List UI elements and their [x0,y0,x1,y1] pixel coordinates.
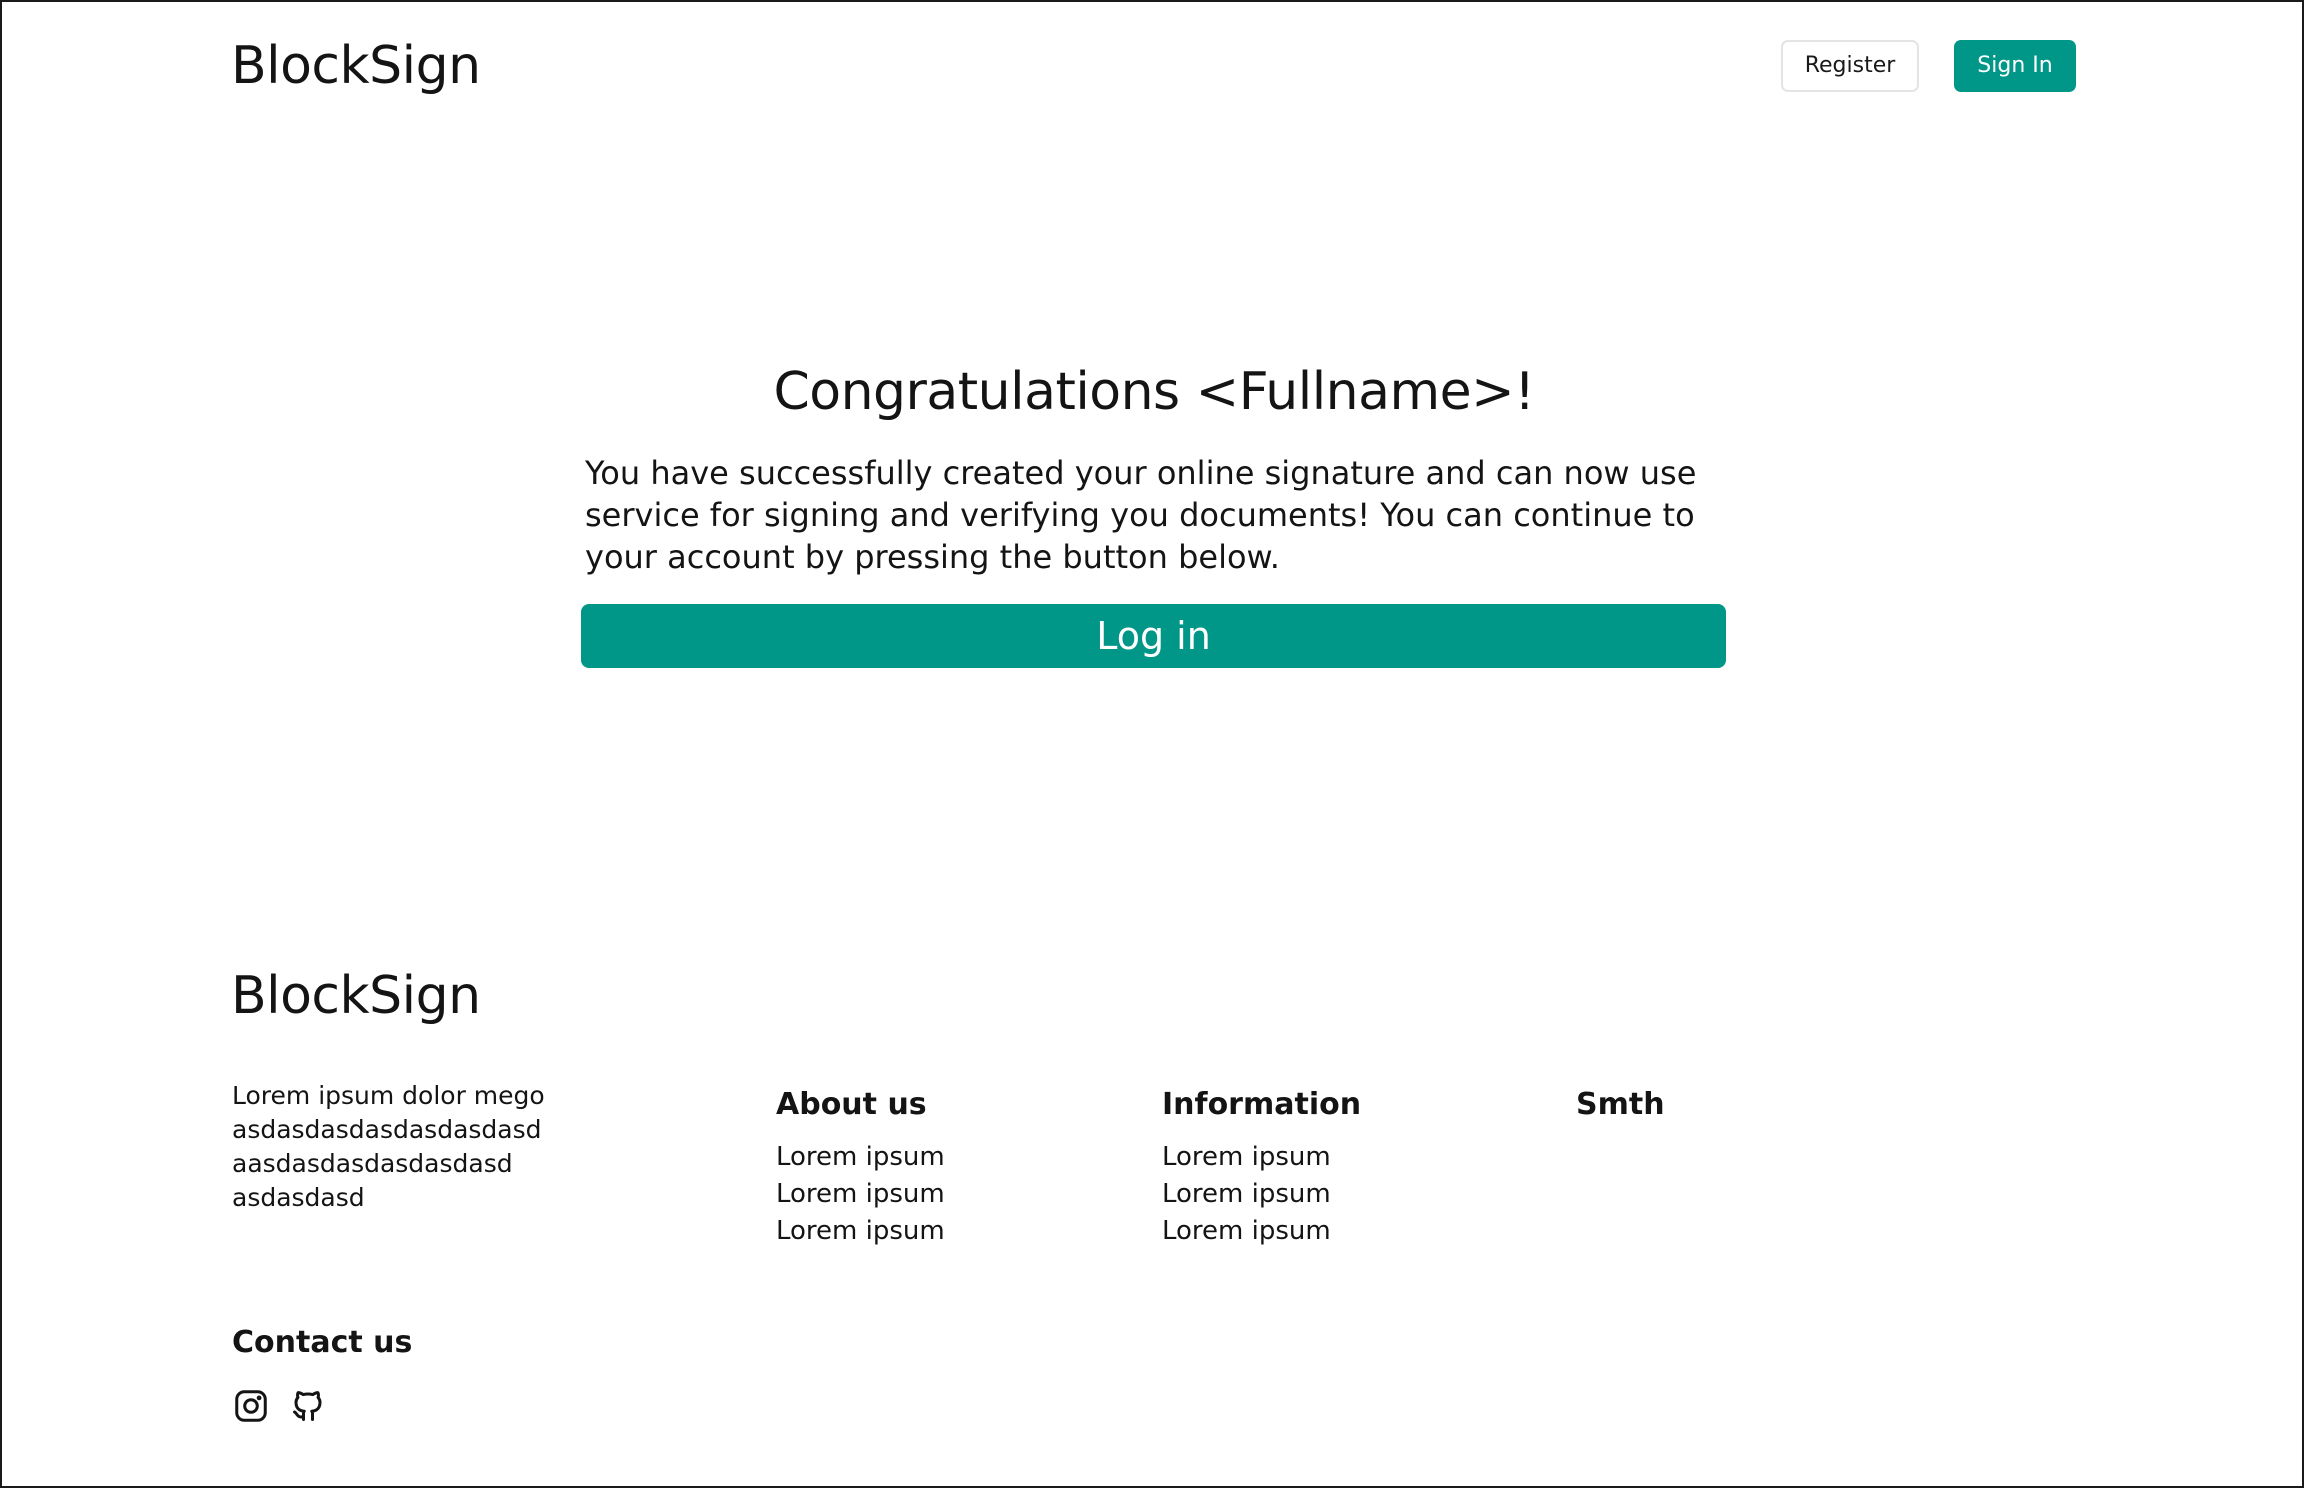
footer-description: Lorem ipsum dolor mego asdasdasdasdasdas… [232,1079,592,1215]
footer-description-line: asdasdasd [232,1183,365,1212]
footer-link[interactable]: Lorem ipsum [776,1213,945,1250]
github-icon[interactable] [290,1388,326,1424]
footer-column-smth: Smth [1576,1085,1665,1139]
footer-description-line: Lorem ipsum dolor mego [232,1081,545,1110]
footer-logo: BlockSign [231,966,481,1026]
page-frame: BlockSign Register Sign In Congratulatio… [0,0,2304,1488]
footer-link[interactable]: Lorem ipsum [1162,1213,1361,1250]
register-button[interactable]: Register [1781,40,1919,92]
footer-link[interactable]: Lorem ipsum [776,1176,945,1213]
footer-description-line: asdasdasdasdasdasdasd [232,1115,542,1144]
log-in-button[interactable]: Log in [581,604,1726,668]
footer-column-title: Information [1162,1087,1362,1122]
footer-link[interactable]: Lorem ipsum [1162,1176,1361,1213]
footer-column-information: Information Lorem ipsum Lorem ipsum Lore… [1162,1085,1361,1250]
footer-column-about: About us Lorem ipsum Lorem ipsum Lorem i… [776,1085,945,1250]
footer-link[interactable]: Lorem ipsum [1162,1139,1361,1176]
congratulations-title: Congratulations <Fullname>! [773,362,1535,422]
footer-column-title: About us [776,1087,927,1122]
instagram-icon[interactable] [233,1388,269,1424]
sign-in-button[interactable]: Sign In [1954,40,2076,92]
footer-link[interactable]: Lorem ipsum [776,1139,945,1176]
header-logo[interactable]: BlockSign [231,33,481,99]
footer-column-title: Smth [1576,1087,1665,1122]
footer-description-line: aasdasdasdasdasdasd [232,1149,513,1178]
contact-us-title: Contact us [232,1325,413,1360]
success-message: You have successfully created your onlin… [585,454,1697,576]
